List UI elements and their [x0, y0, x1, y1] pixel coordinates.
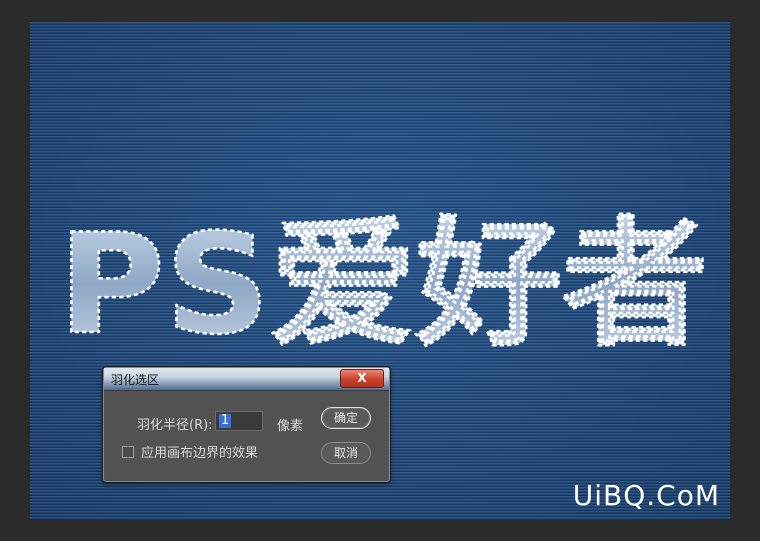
cancel-button[interactable]: 取消	[321, 442, 371, 464]
headline-artwork: PS爱好者	[58, 203, 709, 362]
headline-text: PS爱好者	[58, 204, 708, 362]
close-icon: X	[357, 371, 367, 385]
dialog-body: 羽化半径(R): 1 像素 确定 取消 应用画布边界的效果	[105, 391, 388, 480]
feather-selection-dialog: 羽化选区 X 羽化半径(R): 1 像素 确定 取消 应用画布边界的效果	[103, 367, 390, 482]
apply-canvas-bounds-label[interactable]: 应用画布边界的效果	[141, 442, 258, 461]
dialog-title: 羽化选区	[111, 373, 160, 387]
feather-radius-label: 羽化半径(R):	[137, 418, 213, 433]
dialog-titlebar[interactable]: 羽化选区 X	[104, 368, 389, 391]
ok-button[interactable]: 确定	[321, 407, 371, 429]
close-button[interactable]: X	[340, 369, 384, 388]
feather-radius-value: 1	[219, 413, 232, 428]
apply-canvas-bounds-checkbox[interactable]	[122, 446, 134, 458]
feather-radius-input[interactable]: 1	[215, 411, 263, 431]
unit-label: 像素	[277, 419, 304, 434]
site-watermark: UiBQ.CoM	[572, 479, 720, 512]
